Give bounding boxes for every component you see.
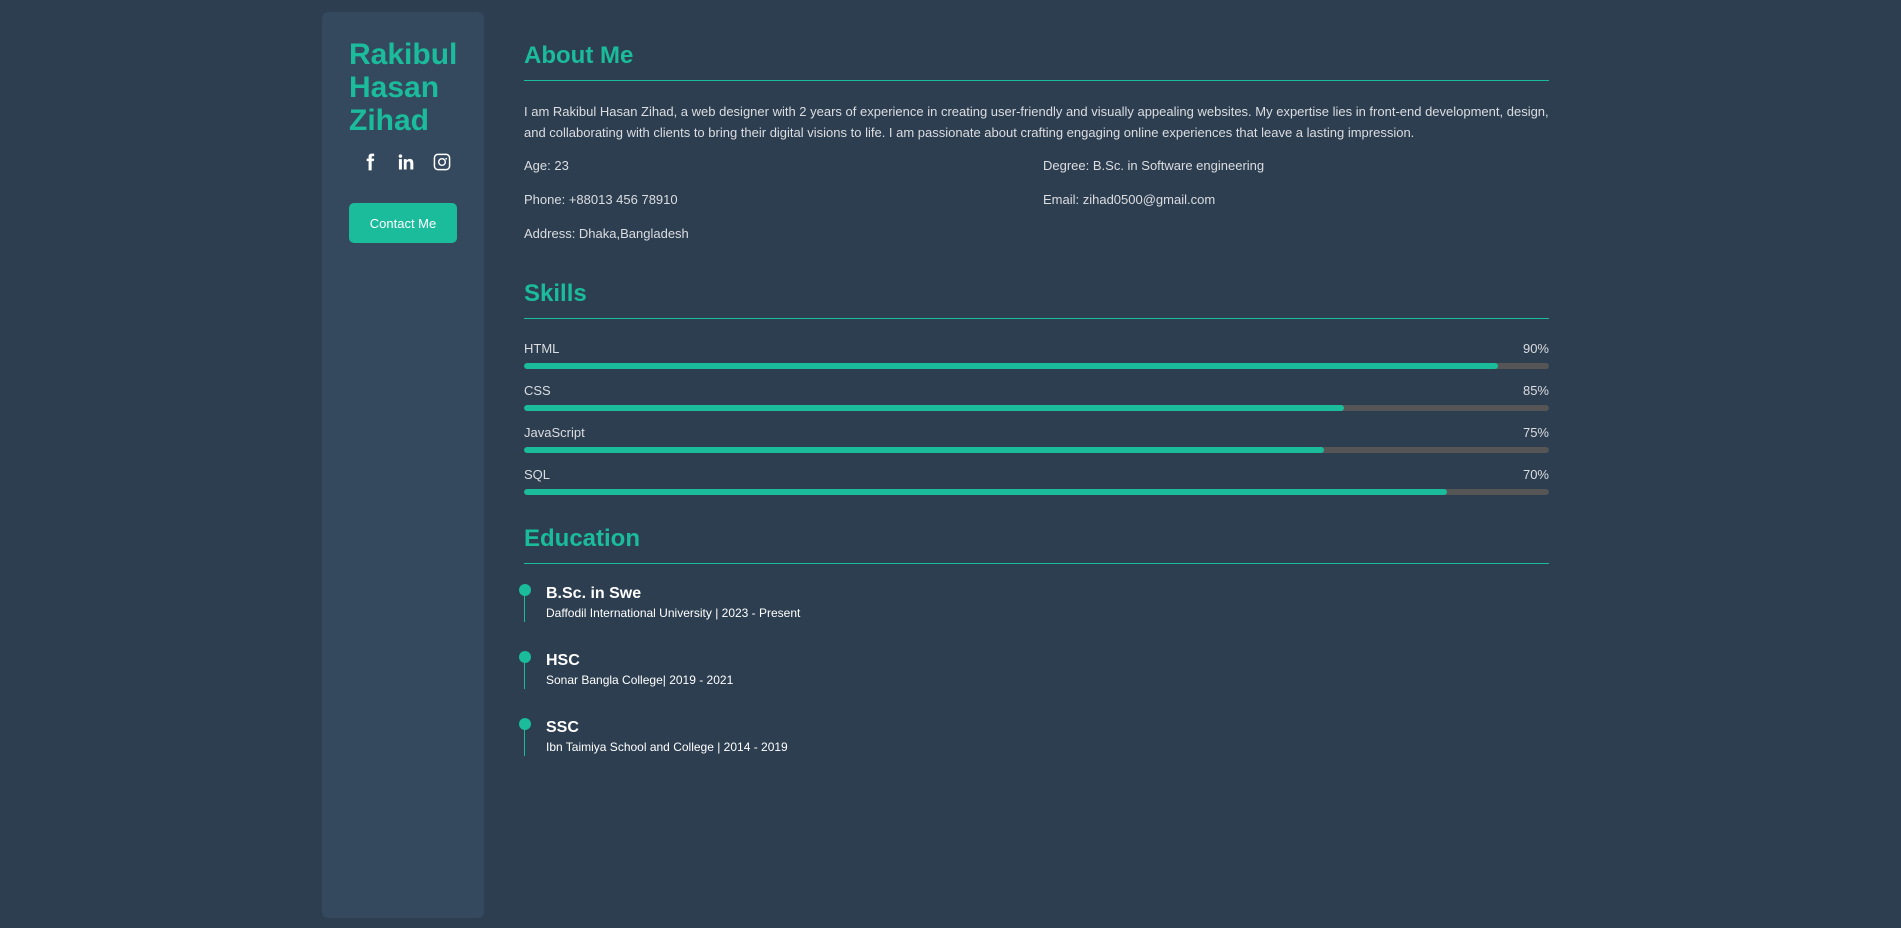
skill-bar-track (524, 363, 1549, 369)
skill-percent: 70% (1522, 467, 1549, 482)
info-grid: Age: 23 Degree: B.Sc. in Software engine… (524, 155, 1541, 244)
skills-section: Skills HTML 90% CSS 85% JavaScript 75% S… (524, 280, 1549, 495)
skill-bar-fill (524, 447, 1324, 453)
education-section: Education B.Sc. in Swe Daffodil Internat… (519, 525, 1549, 756)
education-degree: SSC (546, 719, 579, 736)
social-links (359, 151, 457, 173)
timeline-line (524, 659, 525, 689)
skill-bar-fill (524, 405, 1344, 411)
education-school: Ibn Taimiya School and College | 2014 - … (546, 740, 788, 754)
education-item: SSC Ibn Taimiya School and College | 201… (519, 718, 1541, 756)
education-school: Sonar Bangla College| 2019 - 2021 (546, 673, 734, 687)
skill-bar-track (524, 489, 1549, 495)
skill-bar-track (524, 405, 1549, 411)
education-list: B.Sc. in Swe Daffodil International Univ… (519, 584, 1541, 756)
contact-me-button[interactable]: Contact Me (349, 203, 457, 243)
skill-javascript: JavaScript 75% (524, 425, 1549, 453)
phone-info: Phone: +88013 456 78910 (524, 192, 678, 207)
education-item: B.Sc. in Swe Daffodil International Univ… (519, 584, 1541, 622)
name-line-3: Zihad (349, 104, 429, 137)
skill-name: SQL (524, 467, 551, 482)
skills-list: HTML 90% CSS 85% JavaScript 75% SQL 70% (524, 341, 1549, 495)
skill-bar-track (524, 447, 1549, 453)
timeline-dot (519, 584, 531, 596)
name-line-2: Hasan (349, 71, 440, 104)
age-info: Age: 23 (524, 158, 569, 173)
profile-name: Rakibul Hasan Zihad (349, 38, 469, 137)
about-title: About Me (524, 42, 1549, 81)
timeline-dot (519, 718, 531, 730)
skill-bar-fill (524, 489, 1447, 495)
timeline-line (524, 726, 525, 756)
timeline-line (524, 592, 525, 622)
timeline-dot (519, 651, 531, 663)
skill-css: CSS 85% (524, 383, 1549, 411)
education-degree: B.Sc. in Swe (546, 585, 642, 602)
education-item: HSC Sonar Bangla College| 2019 - 2021 (519, 651, 1541, 689)
skill-html: HTML 90% (524, 341, 1549, 369)
facebook-icon[interactable] (359, 151, 381, 173)
education-school: Daffodil International University | 2023… (546, 606, 801, 620)
about-section: About Me I am Rakibul Hasan Zihad, a web… (524, 42, 1549, 244)
skills-title: Skills (524, 280, 1549, 319)
skill-name: HTML (524, 341, 560, 356)
skill-percent: 75% (1522, 425, 1549, 440)
main-content: About Me I am Rakibul Hasan Zihad, a web… (490, 12, 1575, 918)
linkedin-icon[interactable] (395, 151, 417, 173)
skill-percent: 85% (1522, 383, 1549, 398)
skill-sql: SQL 70% (524, 467, 1549, 495)
sidebar: Rakibul Hasan Zihad Contact Me (322, 12, 484, 918)
skill-name: JavaScript (524, 425, 585, 440)
skill-name: CSS (524, 383, 551, 398)
address-info: Address: Dhaka,Bangladesh (524, 226, 689, 241)
skill-percent: 90% (1522, 341, 1549, 356)
about-text: I am Rakibul Hasan Zihad, a web designer… (524, 104, 1549, 140)
degree-info: Degree: B.Sc. in Software engineering (1043, 158, 1265, 173)
skill-bar-fill (524, 363, 1498, 369)
instagram-icon[interactable] (431, 151, 453, 173)
education-title: Education (524, 525, 1549, 564)
name-line-1: Rakibul (349, 38, 458, 71)
email-info: Email: zihad0500@gmail.com (1043, 192, 1216, 207)
education-degree: HSC (546, 652, 580, 669)
resume-page: Rakibul Hasan Zihad Contact Me About Me … (0, 0, 1901, 928)
